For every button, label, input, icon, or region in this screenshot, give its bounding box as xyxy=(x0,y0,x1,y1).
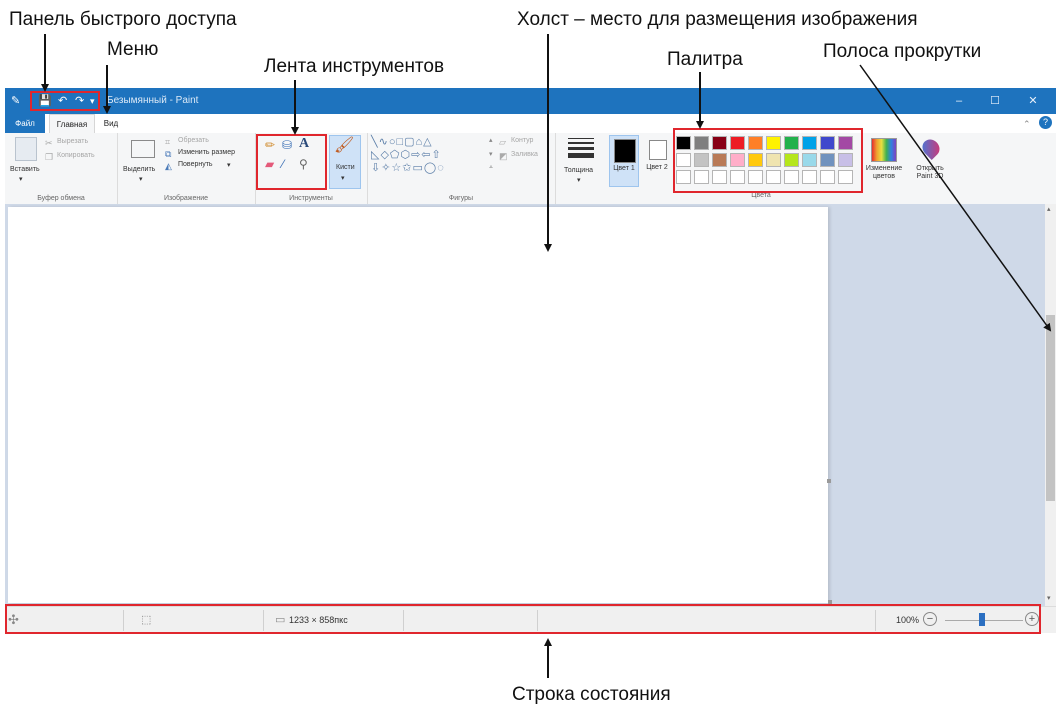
collapse-ribbon-icon[interactable]: ⌃ xyxy=(1023,117,1031,131)
annotation-quick-access: Панель быстрого доступа xyxy=(9,9,237,30)
shapes-row-2: ◺◇⬠⬡⇨⇦⇧ xyxy=(371,149,442,161)
annotation-status-bar: Строка состояния xyxy=(512,684,671,705)
copy-button[interactable]: Копировать xyxy=(57,152,95,159)
size-dropdown-icon[interactable]: ▾ xyxy=(577,176,581,184)
group-size: Толщина ▾ xyxy=(555,133,607,204)
paste-button[interactable]: Вставить xyxy=(10,166,40,173)
annotation-scrollbar: Полоса прокрутки xyxy=(823,41,982,62)
help-icon[interactable]: ? xyxy=(1039,116,1052,129)
open-paint3d-label: Открыть Paint 3D xyxy=(916,165,944,180)
annotation-ribbon: Лента инструментов xyxy=(264,56,445,77)
paste-icon xyxy=(15,137,37,161)
canvas[interactable] xyxy=(8,207,832,604)
colors-group-label: Цвета xyxy=(751,192,771,199)
rotate-button[interactable]: Повернуть xyxy=(178,161,213,168)
shapes-gallery[interactable]: ╲∿○□▢⌂△ ◺◇⬠⬡⇨⇦⇧ ⇩✧☆✩▭◯◌ xyxy=(371,136,489,178)
scroll-up-icon[interactable]: ▴ xyxy=(1047,205,1051,213)
scrollbar-thumb[interactable] xyxy=(1046,315,1055,501)
tab-view[interactable]: Вид xyxy=(97,114,125,133)
copy-icon: ❐ xyxy=(45,152,54,162)
fill-shape-icon: ◩ xyxy=(499,151,508,161)
tools-group-label: Инструменты xyxy=(289,195,333,202)
vertical-scrollbar[interactable]: ▴ ▾ xyxy=(1045,204,1056,606)
shapes-row-3: ⇩✧☆✩▭◯◌ xyxy=(371,162,445,174)
shapes-scroll-up-icon[interactable]: ▴ xyxy=(489,136,493,144)
rotate-icon: ◭ xyxy=(165,161,172,171)
group-shapes: ╲∿○□▢⌂△ ◺◇⬠⬡⇨⇦⇧ ⇩✧☆✩▭◯◌ ▴ ▾ ⩡ ▱ Контур ◩… xyxy=(367,133,556,204)
paint3d-icon xyxy=(918,135,944,161)
window-title: Безымянный - Paint xyxy=(107,95,199,106)
highlight-status-bar xyxy=(5,604,1041,634)
brushes-dropdown-icon: ▾ xyxy=(341,175,345,182)
fill-shape-button[interactable]: Заливка xyxy=(511,151,538,158)
select-icon xyxy=(131,140,155,158)
brush-icon: 🖌 xyxy=(334,137,355,154)
title-bar: ✎ 💾 ↶ ↷ ▾ Безымянный - Paint – ☐ ✕ xyxy=(5,88,1056,114)
shapes-row-1: ╲∿○□▢⌂△ xyxy=(371,136,433,148)
color2-label: Цвет 2 xyxy=(646,164,668,171)
color2-swatch xyxy=(649,140,667,160)
resize-button[interactable]: Изменить размер xyxy=(178,149,235,156)
ribbon: Вставить ▾ ✂ Вырезать ❐ Копировать Буфер… xyxy=(5,133,1056,205)
menu-bar: Файл Главная Вид ⌃ ? xyxy=(5,114,1056,134)
annotation-palette: Палитра xyxy=(667,49,743,70)
paste-dropdown-icon[interactable]: ▾ xyxy=(19,175,23,183)
maximize-button[interactable]: ☐ xyxy=(978,88,1012,114)
edit-colors-label: Изменение цветов xyxy=(865,165,903,180)
color2-button[interactable]: Цвет 2 xyxy=(645,135,671,187)
highlight-quick-access xyxy=(30,91,100,111)
paint-window: ✎ 💾 ↶ ↷ ▾ Безымянный - Paint – ☐ ✕ Файл … xyxy=(5,88,1056,633)
select-dropdown-icon[interactable]: ▾ xyxy=(139,175,143,183)
annotation-menu: Меню xyxy=(107,39,159,60)
group-image: Выделить ▾ ⌗ Обрезать ⧉ Изменить размер … xyxy=(117,133,256,204)
highlight-tools xyxy=(256,134,327,190)
color1-swatch xyxy=(614,139,636,163)
size-button[interactable]: Толщина xyxy=(564,167,593,174)
image-group-label: Изображение xyxy=(163,195,209,202)
annotation-canvas: Холст – место для размещения изображения xyxy=(517,9,918,30)
rotate-dropdown-icon[interactable]: ▾ xyxy=(227,161,231,169)
shapes-scroll-down-icon[interactable]: ▾ xyxy=(489,150,493,158)
cut-button[interactable]: Вырезать xyxy=(57,138,88,145)
cut-icon: ✂ xyxy=(45,138,53,148)
outline-button[interactable]: Контур xyxy=(511,137,533,144)
edit-colors-button[interactable]: Изменение цветов xyxy=(860,135,910,187)
tab-home[interactable]: Главная xyxy=(49,114,95,133)
tab-file[interactable]: Файл xyxy=(5,114,45,133)
crop-button[interactable]: Обрезать xyxy=(178,137,209,144)
shapes-group-label: Фигуры xyxy=(448,195,474,202)
canvas-area xyxy=(5,204,1045,606)
minimize-button[interactable]: – xyxy=(942,88,976,114)
brushes-button[interactable]: 🖌 Кисти ▾ xyxy=(329,135,361,189)
close-button[interactable]: ✕ xyxy=(1016,88,1050,114)
color1-label: Цвет 1 xyxy=(613,165,635,172)
color1-button[interactable]: Цвет 1 xyxy=(609,135,639,187)
clipboard-group-label: Буфер обмена xyxy=(37,195,85,202)
edit-colors-icon xyxy=(871,138,897,162)
highlight-palette xyxy=(673,128,863,193)
line-thickness-icon xyxy=(568,138,594,158)
canvas-resize-handle-right[interactable] xyxy=(827,479,831,483)
outline-icon: ▱ xyxy=(499,137,506,147)
open-paint3d-button[interactable]: Открыть Paint 3D xyxy=(910,135,950,187)
group-clipboard: Вставить ▾ ✂ Вырезать ❐ Копировать Буфер… xyxy=(5,133,118,204)
select-button[interactable]: Выделить xyxy=(123,166,155,173)
brushes-label: Кисти xyxy=(336,164,355,171)
scroll-down-icon[interactable]: ▾ xyxy=(1047,594,1051,602)
paint-app-icon: ✎ xyxy=(11,95,21,107)
shapes-more-icon[interactable]: ⩡ xyxy=(489,164,493,172)
